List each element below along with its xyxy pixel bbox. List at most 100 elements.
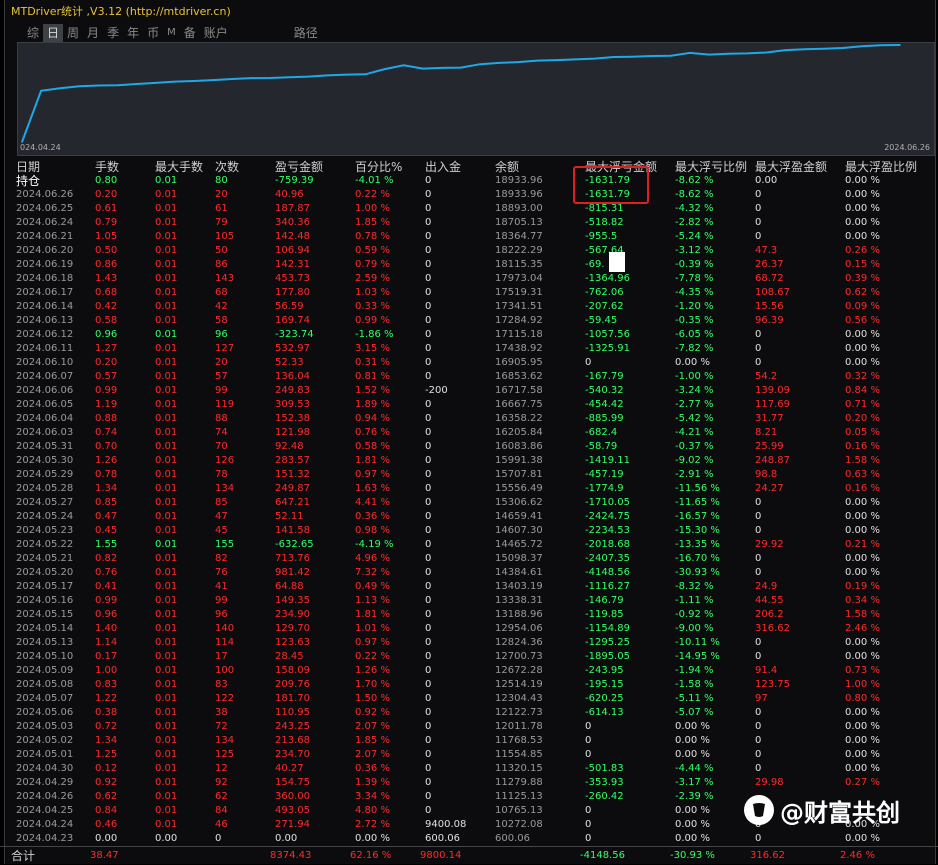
- cell-count: 50: [215, 245, 228, 256]
- cell-balance: 11768.53: [495, 735, 543, 746]
- cell-max-lots: 0.01: [155, 777, 178, 788]
- tab-9[interactable]: 账户: [200, 24, 232, 42]
- cell-balance: 15306.62: [495, 497, 543, 508]
- cell-max-loss: -1774.9: [585, 483, 624, 494]
- cell-pnl: 110.95: [275, 707, 310, 718]
- cell-date: 2024.05.06: [16, 707, 74, 718]
- cell-pnl: 52.11: [275, 511, 304, 522]
- cell-lots: 1.00: [95, 665, 118, 676]
- cell-max-lots: 0.01: [155, 637, 178, 648]
- column-header: 最大浮盈比例: [845, 160, 918, 174]
- cell-max-profit-pct: 1.58 %: [845, 455, 880, 466]
- cell-count: 105: [215, 231, 235, 242]
- cell-count: 57: [215, 371, 228, 382]
- cell-lots: 0.99: [95, 595, 118, 606]
- cell-balance: 14384.61: [495, 567, 543, 578]
- cell-max-lots: 0.01: [155, 483, 178, 494]
- tab-5[interactable]: 年: [123, 24, 143, 42]
- tab-1[interactable]: 日: [43, 24, 64, 42]
- column-header: 最大浮亏比例: [675, 160, 748, 174]
- cell-max-profit: 25.99: [755, 441, 784, 452]
- table-row: 2024.05.06 0.38 0.01 38 110.95 0.92 % 0 12122.7…: [13, 706, 933, 720]
- cell-max-profit-pct: 0.09 %: [845, 301, 880, 312]
- cell-max-profit: 8.21: [755, 427, 778, 438]
- table-row: 2024.05.09 1.00 0.01 100 158.09 1.26 % 0 12672.…: [13, 664, 933, 678]
- cell-pnl: 493.05: [275, 805, 310, 816]
- window-title: MTDriver统计 ,V3.12 (http://mtdriver.cn): [11, 5, 231, 18]
- cell-max-profit: 0: [755, 651, 762, 662]
- cell-count: 61: [215, 203, 228, 214]
- cell-pct: 2.59 %: [355, 273, 390, 284]
- total-max-profit-pct: 2.46 %: [840, 850, 875, 861]
- tab-7[interactable]: M: [163, 24, 180, 42]
- total-date: 合计: [11, 849, 36, 863]
- balance-point: [154, 82, 157, 84]
- cell-max-profit-pct: 0.05 %: [845, 427, 880, 438]
- cell-max-profit-pct: 0.56 %: [845, 315, 880, 326]
- cell-max-profit-pct: 0.34 %: [845, 595, 880, 606]
- total-pnl: 8374.43: [270, 850, 312, 861]
- cell-date: 2024.05.29: [16, 469, 74, 480]
- cell-pnl: 360.00: [275, 791, 310, 802]
- cell-pnl: 106.94: [275, 245, 310, 256]
- cell-pct: 0.98 %: [355, 525, 390, 536]
- cell-max-lots: 0.01: [155, 581, 178, 592]
- balance-point: [479, 63, 481, 65]
- balance-point: [517, 61, 520, 63]
- cell-max-profit-pct: 0.20 %: [845, 413, 880, 424]
- balance-chart-svg: [21, 44, 901, 143]
- tab-2[interactable]: 周: [63, 24, 83, 42]
- cell-max-lots: 0.01: [155, 721, 178, 732]
- cell-max-profit-pct: 0.00 %: [845, 637, 880, 648]
- cell-date: 2024.05.14: [16, 623, 74, 634]
- cell-max-lots: 0.01: [155, 245, 178, 256]
- cell-date: 2024.05.28: [16, 483, 74, 494]
- tab-4[interactable]: 季: [103, 24, 123, 42]
- cell-max-profit: 0: [755, 721, 762, 732]
- cell-lots: 1.22: [95, 693, 118, 704]
- cell-lots: 0.58: [95, 315, 118, 326]
- cell-max-loss-pct: -11.56 %: [675, 483, 720, 494]
- cell-pct: 0.49 %: [355, 581, 390, 592]
- cell-count: 20: [215, 357, 228, 368]
- cell-pct: 3.15 %: [355, 343, 390, 354]
- cell-balance: 16358.22: [495, 413, 543, 424]
- tab-10[interactable]: 路径: [290, 24, 322, 42]
- total-lots: 38.47: [90, 850, 119, 861]
- cell-balance: 15098.37: [495, 553, 543, 564]
- cell-lots: 1.05: [95, 231, 118, 242]
- table-row: 2024.05.27 0.85 0.01 85 647.21 4.41 % 0 15306.6…: [13, 496, 933, 510]
- column-header: 余额: [495, 160, 520, 174]
- cell-pct: -4.19 %: [355, 539, 394, 550]
- cell-balance: 14659.41: [495, 511, 543, 522]
- cell-pnl: -759.39: [275, 175, 314, 186]
- cell-pct: 0.76 %: [355, 427, 390, 438]
- table-row: 2024.06.24 0.79 0.01 79 340.36 1.85 % 0 18705.1…: [13, 216, 933, 230]
- cell-max-loss: -4148.56: [585, 567, 630, 578]
- cell-pnl: 187.87: [275, 203, 310, 214]
- table-row: 2024.05.02 1.34 0.01 134 213.68 1.85 % 0 11768.…: [13, 734, 933, 748]
- cell-date: 2024.05.07: [16, 693, 74, 704]
- cell-balance: 16667.75: [495, 399, 543, 410]
- cell-date: 2024.06.12: [16, 329, 74, 340]
- cell-pct: 1.63 %: [355, 483, 390, 494]
- tab-0[interactable]: 综: [23, 24, 43, 42]
- cell-date: 2024.05.24: [16, 511, 74, 522]
- cell-flow: 0: [425, 567, 432, 578]
- cell-count: 134: [215, 483, 235, 494]
- cell-date: 2024.06.10: [16, 357, 74, 368]
- tab-3[interactable]: 月: [83, 24, 103, 42]
- cell-max-profit-pct: 0.19 %: [845, 581, 880, 592]
- tab-6[interactable]: 币: [143, 24, 163, 42]
- cell-pct: 0.59 %: [355, 245, 390, 256]
- cell-date: 2024.06.26: [16, 189, 74, 200]
- cell-count: 99: [215, 385, 228, 396]
- cell-max-profit-pct: 0.00 %: [845, 175, 880, 186]
- tab-8[interactable]: 备: [180, 24, 200, 42]
- cell-count: 47: [215, 511, 228, 522]
- cell-flow: 0: [425, 315, 432, 326]
- cell-max-lots: 0.01: [155, 287, 178, 298]
- table-row: 2024.06.14 0.42 0.01 42 56.59 0.33 % 0 17341.51…: [13, 300, 933, 314]
- cell-max-loss: -1057.56: [585, 329, 630, 340]
- table-row: 2024.05.24 0.47 0.01 47 52.11 0.36 % 0 14659.41…: [13, 510, 933, 524]
